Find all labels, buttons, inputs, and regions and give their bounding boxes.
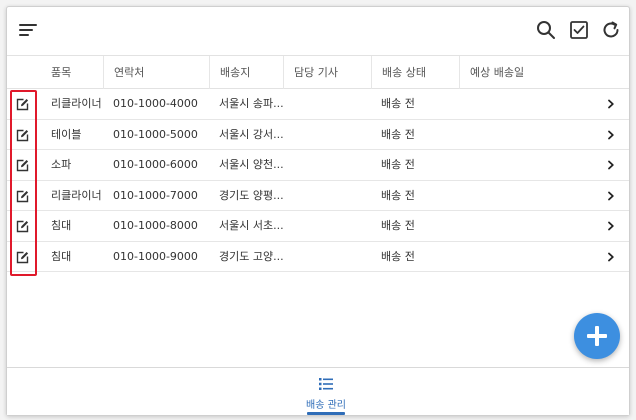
cell-status: 배송 전 [381,219,415,232]
cell-address: 서울시 양천... [219,158,284,171]
cell-contact: 010-1000-7000 [113,188,198,202]
header-address: 배송지 [209,56,283,89]
cell-address: 경기도 양평... [219,188,284,202]
cell-address: 서울시 서초... [219,219,284,232]
nav-item-delivery-management[interactable]: 배송 관리 [291,368,361,416]
active-indicator [307,412,345,415]
cell-item: 침대 [51,249,72,263]
edit-column-highlight [10,90,37,276]
cell-eta [469,181,589,211]
table-row[interactable]: 침대 010-1000-9000 경기도 고양... 배송 전 [7,242,629,272]
cell-item: 침대 [51,219,72,232]
cell-eta [469,120,589,150]
cell-eta [469,89,589,119]
cell-contact: 010-1000-4000 [113,97,198,110]
table-row[interactable]: 리클라이너 010-1000-7000 경기도 양평... 배송 전 [7,181,629,211]
table-row[interactable]: 테이블 010-1000-5000 서울시 강서... 배송 전 [7,120,629,150]
list-icon [318,376,334,392]
table-header: 품목 연락처 배송지 담당 기사 배송 상태 예상 배송일 [7,55,629,89]
cell-contact: 010-1000-5000 [113,127,198,141]
refresh-icon[interactable] [600,19,622,41]
cell-driver [293,181,369,211]
cell-status: 배송 전 [381,97,415,110]
cell-item: 테이블 [51,127,82,141]
cell-driver [293,89,369,119]
cell-item: 소파 [51,158,72,171]
search-icon[interactable] [535,19,557,41]
delivery-table: 품목 연락처 배송지 담당 기사 배송 상태 예상 배송일 리클라이너 010-1… [7,55,629,272]
cell-item: 리클라이너 [51,188,102,202]
header-driver: 담당 기사 [283,56,371,89]
cell-status: 배송 전 [381,188,415,202]
toolbar [7,7,629,53]
cell-driver [293,242,369,272]
add-button[interactable] [574,313,620,359]
header-contact: 연락처 [103,56,209,89]
sort-lines-icon[interactable] [17,19,39,41]
header-eta: 예상 배송일 [459,56,629,89]
chevron-right-icon[interactable] [605,129,617,141]
cell-address: 서울시 강서... [219,127,284,141]
chevron-right-icon[interactable] [605,190,617,202]
header-item: 품목 [51,66,72,79]
main-card: 품목 연락처 배송지 담당 기사 배송 상태 예상 배송일 리클라이너 010-1… [6,6,630,416]
table-row[interactable]: 리클라이너 010-1000-4000 서울시 송파... 배송 전 [7,89,629,120]
chevron-right-icon[interactable] [605,159,617,171]
header-edit-column [7,56,41,89]
cell-contact: 010-1000-6000 [113,158,198,171]
chevron-right-icon[interactable] [605,98,617,110]
cell-driver [293,120,369,150]
table-body: 리클라이너 010-1000-4000 서울시 송파... 배송 전 테이블 010-10… [7,89,629,272]
cell-item: 리클라이너 [51,97,102,110]
cell-eta [469,211,589,241]
header-status: 배송 상태 [371,56,459,89]
cell-address: 경기도 고양... [219,249,284,263]
checkbox-checked-icon[interactable] [568,19,590,41]
cell-status: 배송 전 [381,249,415,263]
cell-contact: 010-1000-8000 [113,219,198,232]
cell-contact: 010-1000-9000 [113,249,198,263]
cell-eta [469,150,589,180]
cell-status: 배송 전 [381,158,415,171]
cell-address: 서울시 송파... [219,97,284,110]
cell-driver [293,150,369,180]
cell-eta [469,242,589,272]
bottom-nav: 배송 관리 [7,367,629,415]
chevron-right-icon[interactable] [605,220,617,232]
chevron-right-icon[interactable] [605,251,617,263]
cell-status: 배송 전 [381,127,415,141]
nav-label: 배송 관리 [306,400,346,411]
table-row[interactable]: 소파 010-1000-6000 서울시 양천... 배송 전 [7,150,629,181]
table-row[interactable]: 침대 010-1000-8000 서울시 서초... 배송 전 [7,211,629,242]
cell-driver [293,211,369,241]
